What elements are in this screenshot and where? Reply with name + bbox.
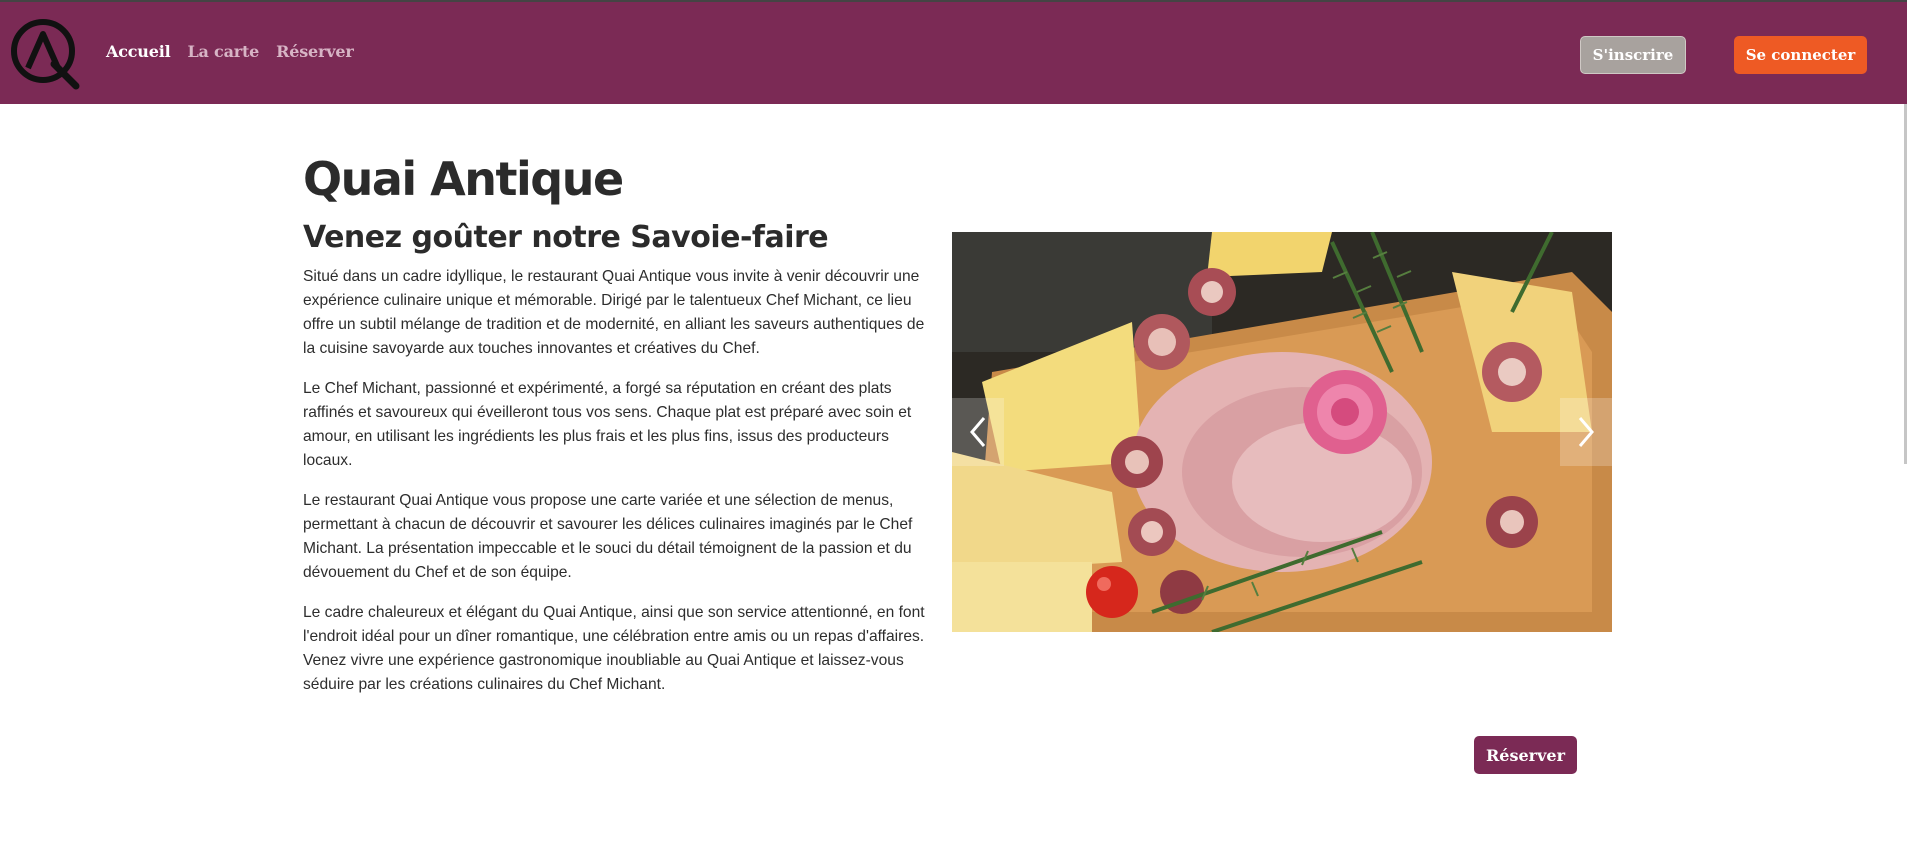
intro-paragraph: Situé dans un cadre idyllique, le restau… <box>303 268 925 357</box>
intro-paragraph: Le cadre chaleureux et élégant du Quai A… <box>303 604 925 693</box>
logo-icon[interactable] <box>10 18 82 90</box>
intro-paragraph: Le Chef Michant, passionné et expériment… <box>303 380 912 469</box>
chevron-right-icon <box>1578 417 1594 447</box>
nav-link-accueil[interactable]: Accueil <box>106 42 171 61</box>
reserve-button[interactable]: Réserver <box>1474 736 1577 774</box>
intro-text: Situé dans un cadre idyllique, le restau… <box>303 265 940 713</box>
main-nav: Accueil La carte Réserver <box>106 42 354 61</box>
carousel-image <box>952 232 1612 632</box>
login-button[interactable]: Se connecter <box>1734 36 1867 74</box>
nav-link-reserver[interactable]: Réserver <box>276 42 354 61</box>
image-carousel <box>952 232 1612 632</box>
page-subtitle: Venez goûter notre Savoie-faire <box>303 220 829 255</box>
navbar: Accueil La carte Réserver S'inscrire Se … <box>0 0 1907 104</box>
signup-button[interactable]: S'inscrire <box>1580 36 1686 74</box>
nav-link-la-carte[interactable]: La carte <box>187 42 259 61</box>
chevron-left-icon <box>970 417 986 447</box>
intro-paragraph: Le restaurant Quai Antique vous propose … <box>303 492 913 581</box>
carousel-next-button[interactable] <box>1560 398 1612 466</box>
page-title: Quai Antique <box>303 152 624 206</box>
carousel-prev-button[interactable] <box>952 398 1004 466</box>
